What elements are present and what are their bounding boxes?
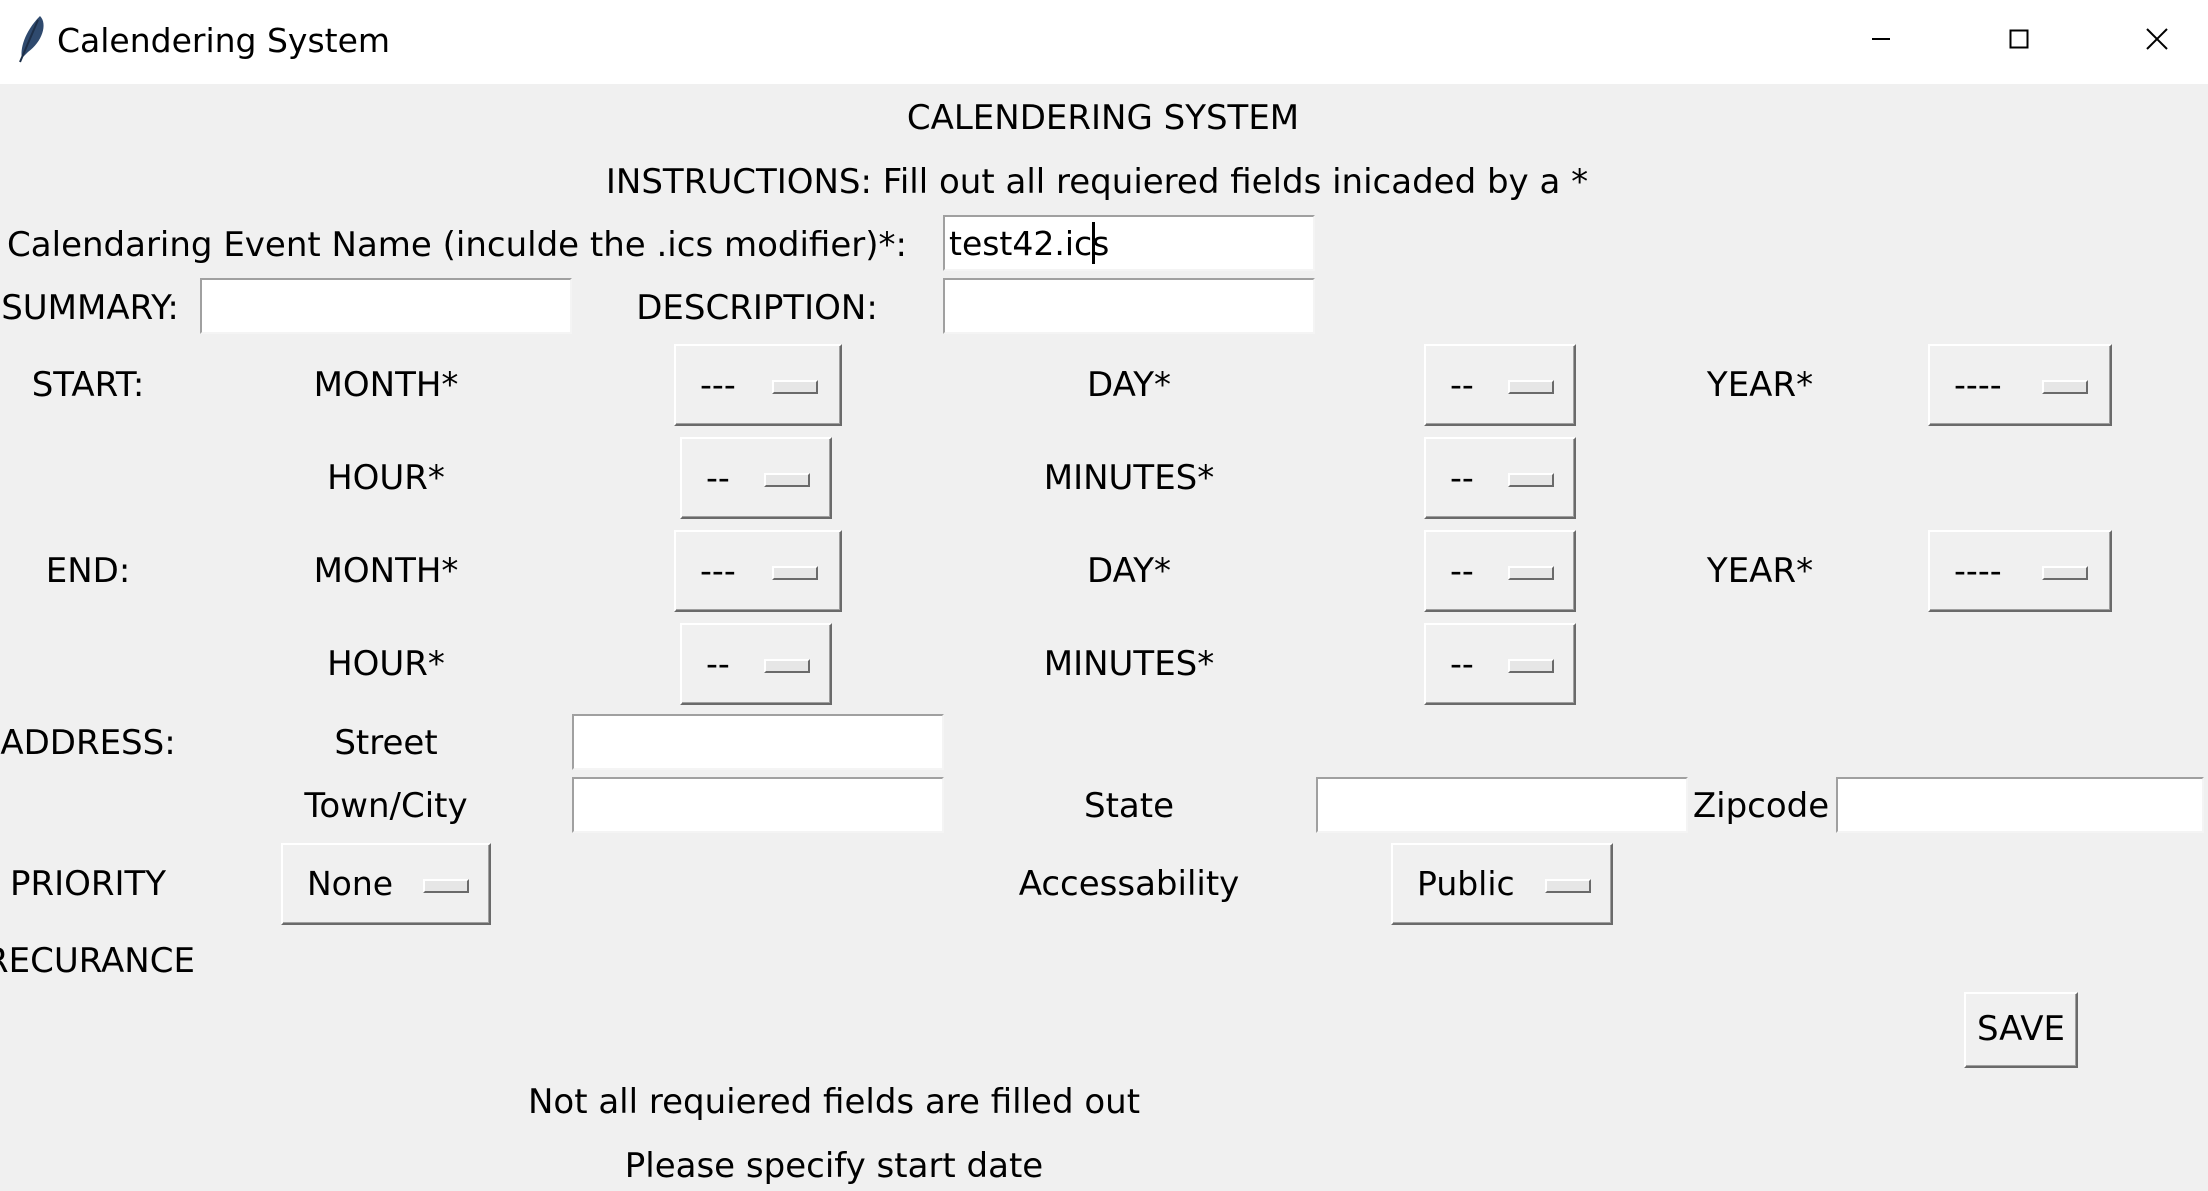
start-minutes-label: MINUTES* bbox=[1043, 458, 1215, 498]
start-day-select[interactable]: -- bbox=[1424, 344, 1576, 426]
start-year-select[interactable]: ---- bbox=[1928, 344, 2112, 426]
start-hour-label: HOUR* bbox=[327, 458, 445, 498]
end-year-value: ---- bbox=[1954, 551, 2002, 590]
dropdown-indicator-icon bbox=[1508, 473, 1554, 487]
end-minutes-value: -- bbox=[1450, 644, 1474, 683]
text-cursor bbox=[1092, 222, 1095, 264]
start-month-select[interactable]: --- bbox=[674, 344, 842, 426]
zipcode-input[interactable] bbox=[1836, 777, 2204, 833]
street-label: Street bbox=[334, 723, 438, 763]
dropdown-indicator-icon bbox=[1545, 879, 1591, 893]
start-month-label: MONTH* bbox=[313, 365, 459, 405]
priority-value: None bbox=[307, 864, 394, 903]
recurrence-label: RECURANCE bbox=[0, 941, 195, 981]
start-label: START: bbox=[31, 365, 145, 405]
end-hour-value: -- bbox=[706, 644, 730, 683]
status-detail: Please specify start date bbox=[624, 1146, 1044, 1186]
description-input[interactable] bbox=[943, 278, 1315, 334]
dropdown-indicator-icon bbox=[764, 659, 810, 673]
close-button[interactable] bbox=[2088, 0, 2208, 78]
start-hour-select[interactable]: -- bbox=[680, 437, 832, 519]
instructions-text: INSTRUCTIONS: Fill out all requiered fie… bbox=[605, 162, 1589, 202]
accessability-label: Accessability bbox=[1018, 864, 1240, 904]
street-input[interactable] bbox=[572, 714, 944, 770]
accessability-value: Public bbox=[1417, 864, 1515, 903]
priority-label: PRIORITY bbox=[9, 864, 167, 904]
end-label: END: bbox=[45, 551, 131, 591]
maximize-icon bbox=[2009, 29, 2029, 49]
start-day-value: -- bbox=[1450, 365, 1474, 404]
dropdown-indicator-icon bbox=[764, 473, 810, 487]
priority-select[interactable]: None bbox=[281, 843, 491, 925]
state-input[interactable] bbox=[1316, 777, 1688, 833]
accessability-select[interactable]: Public bbox=[1391, 843, 1613, 925]
summary-input[interactable] bbox=[200, 278, 572, 334]
dropdown-indicator-icon bbox=[1508, 659, 1554, 673]
page-heading: CALENDERING SYSTEM bbox=[906, 98, 1300, 138]
dropdown-indicator-icon bbox=[772, 380, 818, 394]
title-bar: Calendering System bbox=[0, 0, 2208, 84]
end-year-select[interactable]: ---- bbox=[1928, 530, 2112, 612]
start-year-value: ---- bbox=[1954, 365, 2002, 404]
town-input[interactable] bbox=[572, 777, 944, 833]
end-day-select[interactable]: -- bbox=[1424, 530, 1576, 612]
minimize-button[interactable] bbox=[1812, 0, 1950, 78]
end-year-label: YEAR* bbox=[1706, 551, 1814, 591]
dropdown-indicator-icon bbox=[423, 879, 469, 893]
end-day-label: DAY* bbox=[1087, 551, 1171, 591]
start-minutes-value: -- bbox=[1450, 458, 1474, 497]
end-month-label: MONTH* bbox=[313, 551, 459, 591]
minimize-icon bbox=[1872, 38, 1890, 40]
start-year-label: YEAR* bbox=[1706, 365, 1814, 405]
status-message: Not all requiered fields are filled out bbox=[527, 1082, 1141, 1122]
event-name-input[interactable] bbox=[943, 215, 1315, 271]
close-icon bbox=[2146, 28, 2168, 50]
event-name-label: Calendaring Event Name (inculde the .ics… bbox=[7, 225, 907, 265]
maximize-button[interactable] bbox=[1950, 0, 2088, 78]
zipcode-label: Zipcode bbox=[1692, 786, 1830, 826]
end-minutes-select[interactable]: -- bbox=[1424, 623, 1576, 705]
state-label: State bbox=[1084, 786, 1174, 826]
dropdown-indicator-icon bbox=[772, 566, 818, 580]
end-hour-select[interactable]: -- bbox=[680, 623, 832, 705]
town-label: Town/City bbox=[304, 786, 468, 826]
dropdown-indicator-icon bbox=[2042, 566, 2088, 580]
description-label: DESCRIPTION: bbox=[636, 288, 878, 328]
start-hour-value: -- bbox=[706, 458, 730, 497]
end-day-value: -- bbox=[1450, 551, 1474, 590]
end-month-select[interactable]: --- bbox=[674, 530, 842, 612]
start-month-value: --- bbox=[700, 365, 736, 404]
window-title: Calendering System bbox=[57, 21, 391, 60]
dropdown-indicator-icon bbox=[1508, 380, 1554, 394]
calendering-window: Calendering System CALENDERING SYSTEM IN… bbox=[0, 0, 2208, 1191]
end-hour-label: HOUR* bbox=[327, 644, 445, 684]
start-day-label: DAY* bbox=[1087, 365, 1171, 405]
address-label: ADDRESS: bbox=[0, 723, 176, 763]
dropdown-indicator-icon bbox=[2042, 380, 2088, 394]
end-minutes-label: MINUTES* bbox=[1043, 644, 1215, 684]
start-minutes-select[interactable]: -- bbox=[1424, 437, 1576, 519]
save-button[interactable]: SAVE bbox=[1964, 992, 2078, 1068]
end-month-value: --- bbox=[700, 551, 736, 590]
dropdown-indicator-icon bbox=[1508, 566, 1554, 580]
summary-label: SUMMARY: bbox=[1, 288, 179, 328]
feather-icon bbox=[19, 16, 44, 63]
